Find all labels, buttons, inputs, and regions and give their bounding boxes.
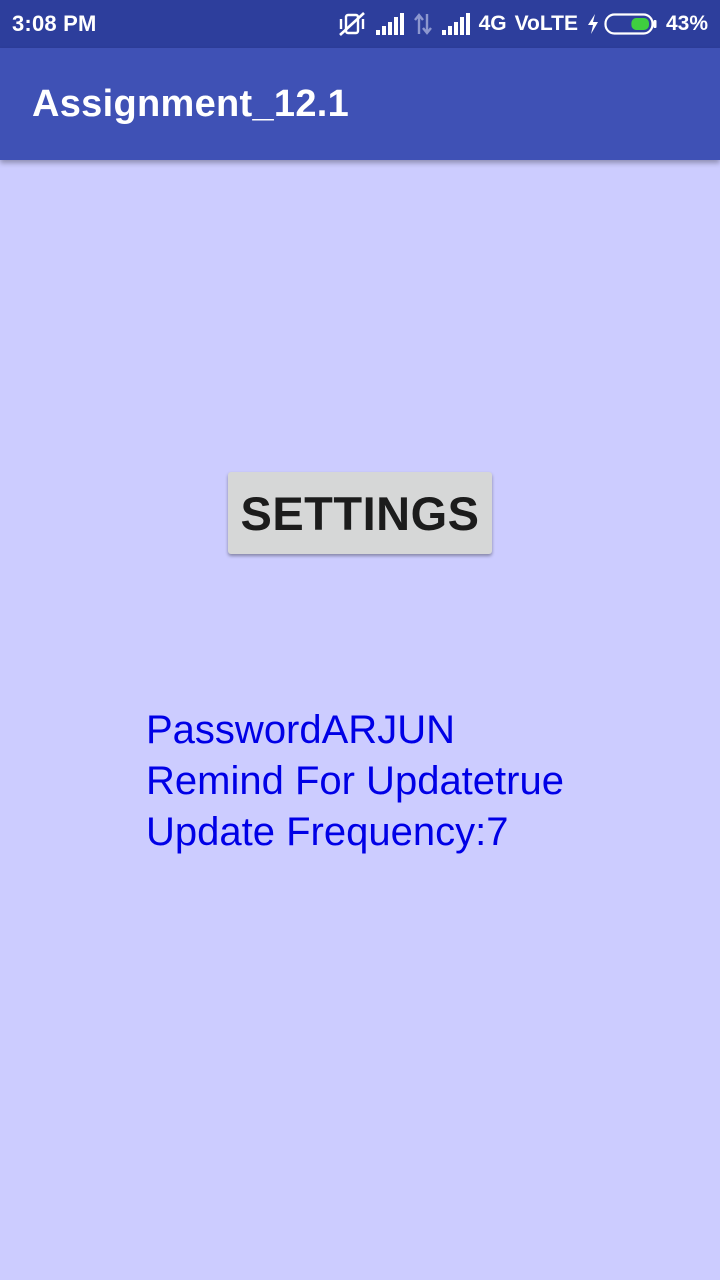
preferences-display: PasswordARJUN Remind For Updatetrue Upda… [146, 705, 564, 858]
volte-indicator: VoLTE [514, 12, 578, 35]
vibrate-off-icon [337, 10, 367, 38]
charging-bolt-icon [586, 13, 600, 35]
update-frequency-value-text: Update Frequency:7 [146, 810, 509, 854]
signal-icon [375, 12, 405, 36]
network-type: 4G [478, 12, 507, 35]
app-title: Assignment_12.1 [32, 82, 350, 125]
signal-icon [441, 12, 471, 36]
status-bar: 3:08 PM 4G VoLTE 43% [0, 0, 720, 48]
data-arrows-icon [413, 12, 433, 36]
battery-icon [604, 12, 658, 36]
status-indicators: 4G VoLTE 43% [337, 10, 708, 38]
remind-update-value-text: Remind For Updatetrue [146, 759, 564, 803]
battery-percent: 43% [665, 12, 708, 35]
app-bar: Assignment_12.1 [0, 48, 720, 160]
status-time: 3:08 PM [12, 11, 97, 36]
settings-button[interactable]: SETTINGS [228, 472, 492, 554]
password-value-text: PasswordARJUN [146, 708, 455, 752]
battery-indicator [586, 12, 658, 36]
